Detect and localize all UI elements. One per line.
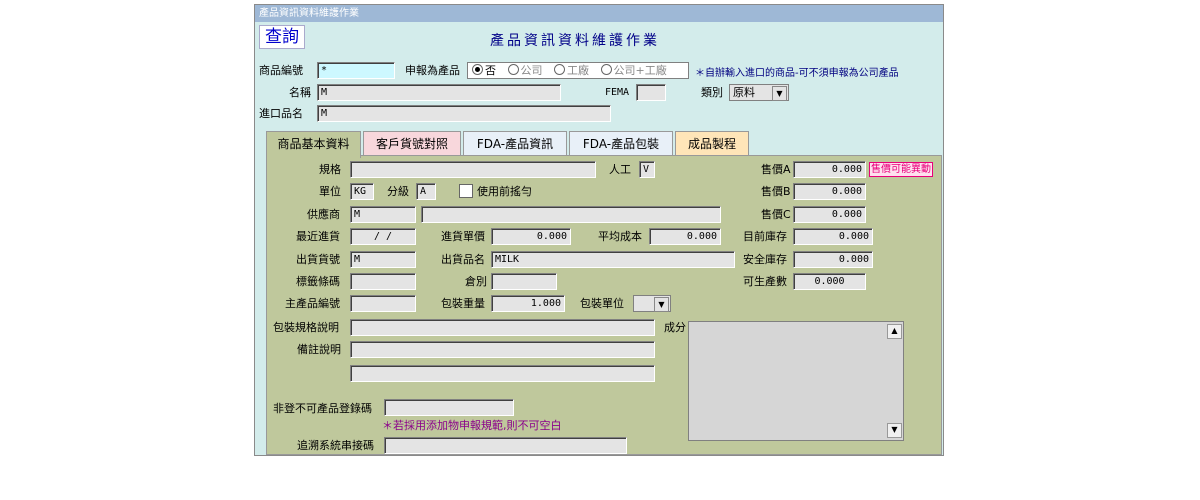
nonreg-input[interactable]: [384, 399, 514, 416]
stock-label: 目前庫存: [743, 230, 787, 243]
import-name-input[interactable]: M: [317, 105, 611, 122]
purchase-price-label: 進貨單價: [441, 230, 485, 243]
supplier-code-input[interactable]: M: [350, 206, 416, 223]
declare-option-factory[interactable]: 工廠: [554, 64, 589, 77]
radio-icon: [507, 64, 519, 75]
pack-weight-label: 包裝重量: [441, 297, 485, 310]
basic-info-panel: 規格 人工 V 售價A 0.000 售價可能異動 單位 KG 分級 A 使用前搖…: [266, 155, 942, 455]
form-title: 產品資訊資料維護作業: [490, 33, 660, 49]
name-input[interactable]: M: [317, 84, 561, 101]
declare-option-both[interactable]: 公司+工廠: [600, 64, 667, 77]
warehouse-label: 倉別: [465, 275, 487, 288]
trace-input[interactable]: [384, 437, 627, 454]
unit-label: 單位: [319, 185, 341, 198]
declare-label: 申報為產品: [405, 64, 460, 77]
declare-option-company[interactable]: 公司: [507, 64, 543, 77]
price-change-badge: 售價可能異動: [869, 162, 933, 177]
price-b-label: 售價B: [761, 185, 791, 198]
spec-label: 規格: [319, 163, 341, 176]
trace-label: 追溯系統串接碼: [297, 439, 374, 452]
safety-stock-label: 安全庫存: [743, 253, 787, 266]
supplier-name-input[interactable]: [421, 206, 721, 223]
last-purchase-label: 最近進貨: [296, 230, 340, 243]
spec-input[interactable]: [350, 161, 596, 178]
main-item-input[interactable]: [350, 295, 416, 312]
unit-input[interactable]: KG: [350, 183, 374, 200]
barcode-input[interactable]: [350, 273, 416, 290]
producible-input[interactable]: 0.000: [793, 273, 866, 290]
declare-note: ＊自辦輸入進口的商品-可不須申報為公司產品: [695, 68, 899, 79]
manual-label: 人工: [609, 163, 631, 176]
radio-selected-icon: [472, 64, 483, 75]
name-label: 名稱: [289, 86, 311, 99]
warehouse-input[interactable]: [491, 273, 557, 290]
chevron-down-icon: ▼: [772, 86, 787, 101]
fema-label: FEMA: [605, 87, 630, 98]
declare-option-no[interactable]: 否: [472, 64, 496, 77]
remark-input-1[interactable]: [350, 341, 655, 358]
ship-no-input[interactable]: M: [350, 251, 416, 268]
ship-no-label: 出貨貨號: [296, 253, 340, 266]
ingredient-textarea[interactable]: ▲ ▼: [688, 321, 904, 441]
barcode-label: 標籤條碼: [296, 275, 340, 288]
tab-fda-package[interactable]: FDA-產品包裝: [569, 131, 673, 157]
price-a-input[interactable]: 0.000: [793, 161, 866, 178]
stock-input[interactable]: 0.000: [793, 228, 873, 245]
producible-label: 可生產數: [743, 275, 787, 288]
fema-input[interactable]: [636, 84, 666, 101]
tab-customer-item[interactable]: 客戶貨號對照: [363, 131, 461, 157]
ingredient-label: 成分: [664, 321, 686, 334]
shake-label: 使用前搖勻: [477, 185, 532, 198]
shake-checkbox[interactable]: [459, 184, 473, 198]
additive-warning: ＊若採用添加物申報規範,則不可空白: [382, 419, 562, 432]
remark-label: 備註說明: [297, 343, 341, 356]
ship-name-input[interactable]: MILK: [491, 251, 735, 268]
pack-unit-label: 包裝單位: [580, 297, 624, 310]
category-label: 類別: [701, 86, 723, 99]
avg-cost-label: 平均成本: [598, 230, 642, 243]
tab-process[interactable]: 成品製程: [675, 131, 749, 157]
supplier-label: 供應商: [307, 208, 340, 221]
query-button[interactable]: 查詢: [259, 25, 305, 49]
tab-fda-info[interactable]: FDA-產品資訊: [463, 131, 567, 157]
price-c-label: 售價C: [761, 208, 791, 221]
purchase-price-input[interactable]: 0.000: [491, 228, 571, 245]
last-purchase-input[interactable]: / /: [350, 228, 416, 245]
import-name-label: 進口品名: [259, 107, 303, 120]
pack-spec-label: 包裝規格說明: [273, 321, 339, 334]
manual-input[interactable]: V: [639, 161, 655, 178]
grade-label: 分級: [387, 185, 409, 198]
item-no-label: 商品編號: [259, 64, 303, 77]
radio-icon: [600, 64, 612, 75]
category-value: 原料: [733, 86, 755, 99]
pack-spec-input[interactable]: [350, 319, 655, 336]
nonreg-label: 非登不可產品登錄碼: [273, 402, 372, 415]
radio-icon: [554, 64, 565, 75]
price-a-label: 售價A: [761, 163, 791, 176]
pack-unit-select[interactable]: ▼: [633, 295, 671, 312]
scroll-down-icon[interactable]: ▼: [887, 423, 902, 438]
avg-cost-input[interactable]: 0.000: [649, 228, 721, 245]
main-item-label: 主產品編號: [285, 297, 340, 310]
grade-input[interactable]: A: [416, 183, 436, 200]
price-b-input[interactable]: 0.000: [793, 183, 866, 200]
tab-basic-info[interactable]: 商品基本資料: [266, 131, 361, 158]
safety-stock-input[interactable]: 0.000: [793, 251, 873, 268]
item-no-input[interactable]: *: [317, 62, 395, 79]
chevron-down-icon: ▼: [654, 297, 669, 312]
pack-weight-input[interactable]: 1.000: [491, 295, 565, 312]
main-window: 產品資訊資料維護作業 查詢 產品資訊資料維護作業 商品編號 * 申報為產品 否 …: [254, 4, 944, 456]
price-c-input[interactable]: 0.000: [793, 206, 866, 223]
declare-radio-group: 否 公司 工廠 公司+工廠: [467, 62, 689, 79]
window-titlebar: 產品資訊資料維護作業: [255, 5, 943, 22]
scroll-up-icon[interactable]: ▲: [887, 324, 902, 339]
remark-input-2[interactable]: [350, 365, 655, 382]
ship-name-label: 出貨品名: [441, 253, 485, 266]
category-select[interactable]: 原料 ▼: [729, 84, 789, 101]
